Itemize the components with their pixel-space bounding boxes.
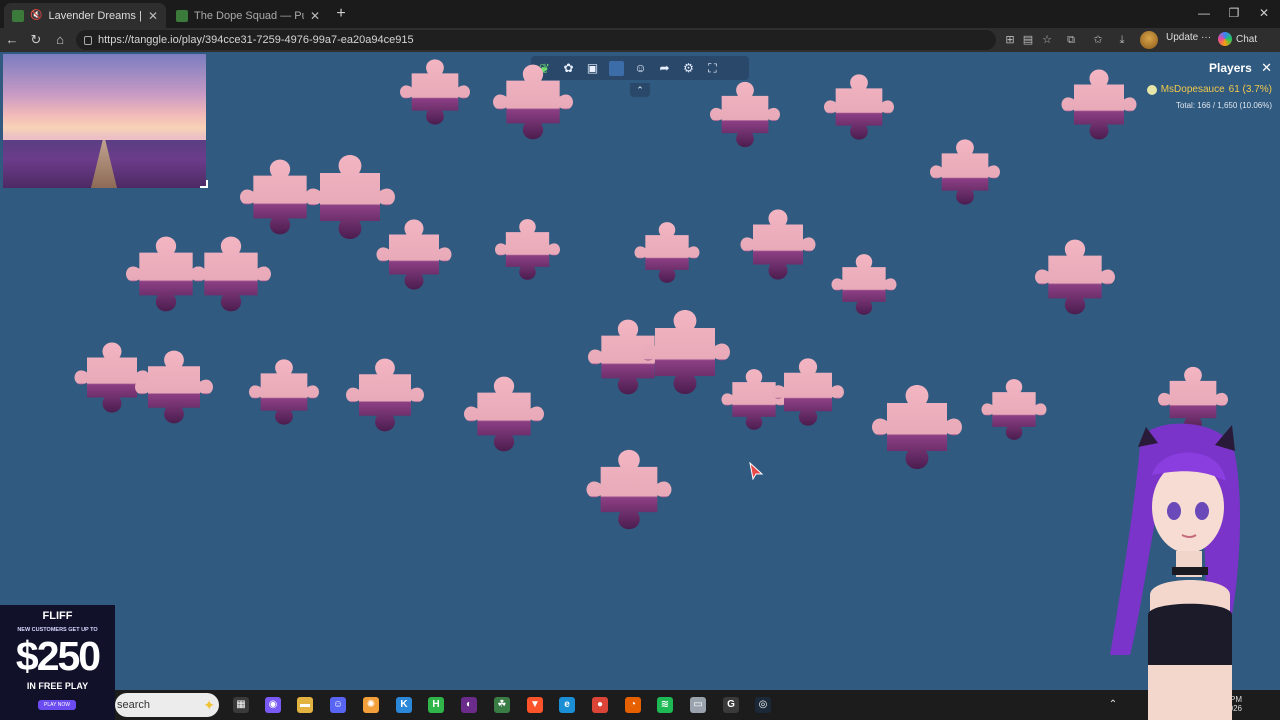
lock-icon (84, 35, 92, 45)
address-bar[interactable]: https://tanggle.io/play/394cce31-7259-49… (76, 30, 996, 50)
tanggle-favicon-icon (12, 9, 24, 22)
ad-subtitle: IN FREE PLAY (26, 681, 89, 691)
copilot-icon (1218, 32, 1232, 46)
puzzle-piece-cluster[interactable] (74, 59, 1229, 530)
chrome-browser-icon[interactable]: ● (592, 697, 608, 713)
downloads-icon[interactable]: ⤓ (1115, 33, 1129, 47)
app-icon[interactable]: ◐ (461, 697, 477, 713)
app-available-icon[interactable]: ⊞ (1003, 33, 1017, 47)
home-icon[interactable]: ⌂ (52, 32, 68, 48)
fliff-ad-banner: FLIFF NEW CUSTOMERS GET UP TO $250 IN FR… (0, 605, 115, 720)
file-explorer-icon[interactable]: ▬ (297, 697, 313, 713)
browser-tab-strip: 🔇 Lavender Dreams | Sky Jig ✕ The Dope S… (0, 0, 1280, 28)
copilot-chat-button[interactable]: Chat (1218, 32, 1257, 46)
player-cursor-icon (749, 462, 764, 480)
app-icon[interactable]: ✺ (363, 697, 379, 713)
url-text: https://tanggle.io/play/394cce31-7259-49… (98, 34, 414, 46)
speaker-muted-icon[interactable]: 🔇 (30, 10, 42, 21)
chat-label: Chat (1236, 33, 1258, 45)
update-button[interactable]: Update ··· (1166, 32, 1211, 43)
close-players-icon[interactable]: ✕ (1261, 60, 1272, 76)
spotify-icon[interactable]: ≋ (657, 697, 673, 713)
firefox-browser-icon[interactable]: ◔ (625, 697, 641, 713)
ad-amount: $250 (15, 633, 101, 679)
tab-title: Lavender Dreams | Sky Jig (48, 9, 142, 22)
app-icon[interactable]: ▭ (690, 697, 706, 713)
new-tab-button[interactable]: + (332, 5, 350, 23)
update-label: Update (1166, 32, 1199, 43)
copilot-app-icon[interactable]: ◉ (265, 697, 281, 713)
back-arrow-icon[interactable]: ← (4, 32, 20, 48)
app-icon[interactable]: K (396, 697, 412, 713)
close-tab-icon[interactable]: ✕ (310, 9, 320, 23)
player-row: MsDopesauce 61 (3.7%) (1122, 84, 1272, 95)
ad-play-now-button: PLAY NOW (38, 700, 76, 710)
players-total: Total: 166 / 1,650 (10.06%) (1175, 101, 1272, 110)
discord-icon[interactable]: ☺ (330, 697, 346, 713)
task-view-icon[interactable]: ▦ (233, 697, 249, 713)
profile-avatar[interactable] (1140, 31, 1158, 49)
favorite-star-icon[interactable]: ☆ (1040, 33, 1054, 47)
extensions-icon[interactable]: ⧉ (1064, 33, 1078, 47)
edge-browser-icon[interactable]: e (559, 697, 575, 713)
vtuber-avatar-overlay (1110, 423, 1240, 720)
ad-brand: FLIFF (42, 610, 73, 622)
reading-view-icon[interactable]: ▤ (1021, 33, 1035, 47)
player-score: 61 (3.7%) (1228, 84, 1272, 95)
app-icon[interactable]: G (723, 697, 739, 713)
tab-lavender-dreams[interactable]: 🔇 Lavender Dreams | Sky Jig ✕ (4, 3, 166, 28)
close-window-icon[interactable]: ✕ (1254, 6, 1274, 20)
player-avatar-icon (1146, 84, 1157, 95)
favorites-icon[interactable]: ✩ (1091, 33, 1105, 47)
minimize-icon[interactable]: — (1194, 6, 1214, 20)
search-label: search (117, 699, 151, 711)
app-icon[interactable]: ☘ (494, 697, 510, 713)
players-title: Players (1209, 61, 1252, 75)
app-icon[interactable]: H (428, 697, 444, 713)
tab-dope-squad[interactable]: The Dope Squad — Puzzles ✕ (168, 3, 328, 28)
close-tab-icon[interactable]: ✕ (148, 9, 158, 23)
refresh-icon[interactable]: ↻ (28, 32, 44, 48)
steam-icon[interactable]: ◎ (755, 697, 771, 713)
brave-browser-icon[interactable]: ▼ (527, 697, 543, 713)
tab-title: The Dope Squad — Puzzles (194, 9, 304, 22)
browser-toolbar: ← ↻ ⌂ https://tanggle.io/play/394cce31-7… (0, 28, 1280, 52)
sparkle-icon: ✦ (203, 696, 215, 713)
player-name: MsDopesauce (1160, 84, 1225, 95)
players-panel: Players ✕ MsDopesauce 61 (3.7%) Total: 1… (1122, 60, 1272, 110)
tanggle-favicon-icon (176, 9, 188, 22)
restore-icon[interactable]: ❐ (1224, 6, 1244, 20)
taskbar-search[interactable]: search ✦ (115, 693, 219, 717)
